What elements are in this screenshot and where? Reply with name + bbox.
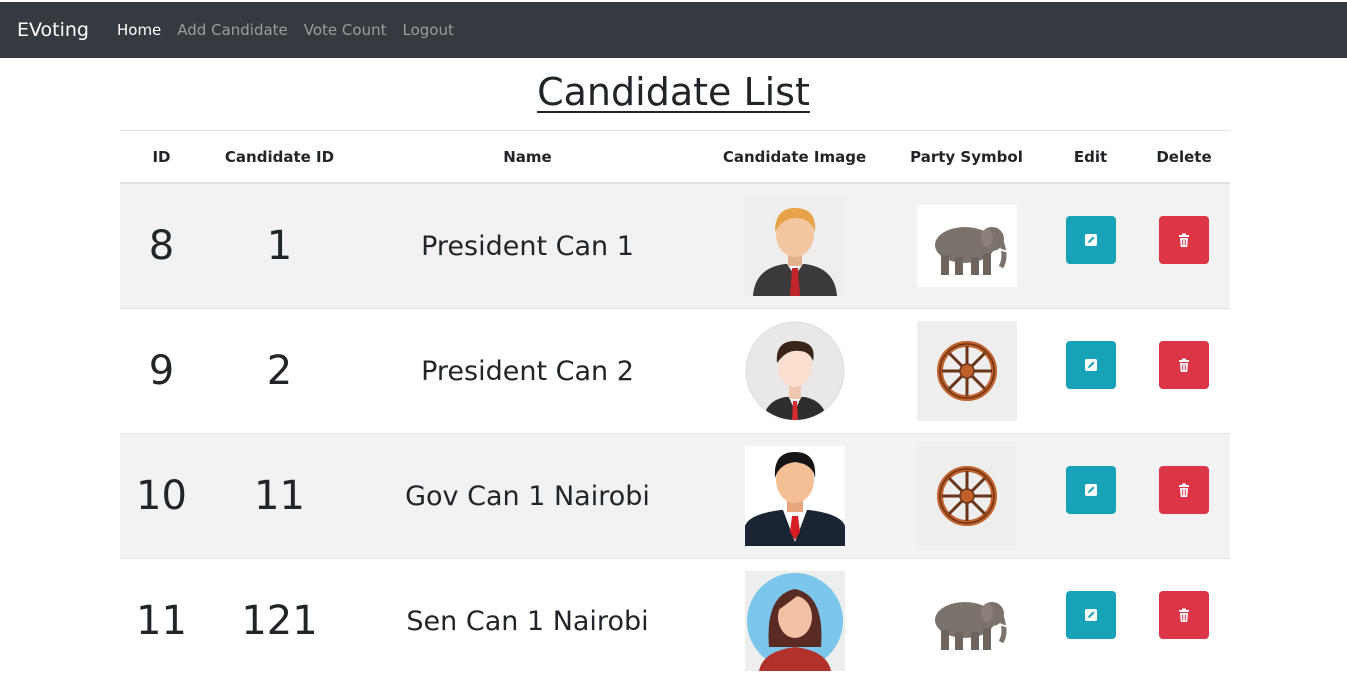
cell-delete: [1138, 309, 1230, 434]
header-party-symbol: Party Symbol: [890, 131, 1043, 184]
cell-delete: [1138, 183, 1230, 309]
elephant-icon: [917, 205, 1017, 287]
header-name: Name: [356, 131, 699, 184]
edit-button[interactable]: [1066, 591, 1116, 639]
cell-edit: [1043, 559, 1138, 683]
page-title: Candidate List: [537, 70, 810, 114]
cell-id: 11: [120, 559, 203, 683]
male-avatar-suit-icon: [745, 446, 845, 546]
trash-icon: [1176, 607, 1192, 623]
pencil-icon: [1083, 482, 1099, 498]
elephant-icon: [917, 580, 1017, 662]
header-delete: Delete: [1138, 131, 1230, 184]
brand[interactable]: EVoting: [17, 19, 89, 41]
pencil-icon: [1083, 357, 1099, 373]
male-avatar-round-icon: [745, 321, 845, 421]
cell-name: Gov Can 1 Nairobi: [356, 434, 699, 559]
cell-candidate-id: 11: [203, 434, 356, 559]
trash-icon: [1176, 232, 1192, 248]
nav-link-vote-count[interactable]: Vote Count: [304, 21, 387, 39]
cell-edit: [1043, 309, 1138, 434]
trash-icon: [1176, 482, 1192, 498]
edit-button[interactable]: [1066, 341, 1116, 389]
table-row: 11 121 Sen Can 1 Nairobi: [120, 559, 1230, 683]
cell-edit: [1043, 183, 1138, 309]
table-row: 8 1 President Can 1: [120, 183, 1230, 309]
delete-button[interactable]: [1159, 216, 1209, 264]
cell-candidate-id: 1: [203, 183, 356, 309]
female-avatar-icon: [745, 571, 845, 671]
table-row: 9 2 President Can 2: [120, 309, 1230, 434]
page-title-wrap: Candidate List: [0, 70, 1347, 114]
header-id: ID: [120, 131, 203, 184]
table-row: 10 11 Gov Can 1 Nairobi: [120, 434, 1230, 559]
wheel-icon: [917, 446, 1017, 546]
cell-candidate-image: [699, 434, 890, 559]
cell-id: 9: [120, 309, 203, 434]
cell-id: 10: [120, 434, 203, 559]
nav-link-home[interactable]: Home: [117, 21, 161, 39]
edit-button[interactable]: [1066, 466, 1116, 514]
cell-name: Sen Can 1 Nairobi: [356, 559, 699, 683]
header-edit: Edit: [1043, 131, 1138, 184]
cell-party-symbol: [890, 559, 1043, 683]
cell-name: President Can 2: [356, 309, 699, 434]
delete-button[interactable]: [1159, 466, 1209, 514]
pencil-icon: [1083, 232, 1099, 248]
delete-button[interactable]: [1159, 341, 1209, 389]
cell-id: 8: [120, 183, 203, 309]
cell-party-symbol: [890, 183, 1043, 309]
cell-candidate-image: [699, 559, 890, 683]
header-candidate-image: Candidate Image: [699, 131, 890, 184]
cell-delete: [1138, 434, 1230, 559]
cell-candidate-id: 121: [203, 559, 356, 683]
cell-edit: [1043, 434, 1138, 559]
nav-link-add-candidate[interactable]: Add Candidate: [177, 21, 288, 39]
trash-icon: [1176, 357, 1192, 373]
cell-party-symbol: [890, 434, 1043, 559]
header-candidate-id: Candidate ID: [203, 131, 356, 184]
cell-name: President Can 1: [356, 183, 699, 309]
cell-party-symbol: [890, 309, 1043, 434]
edit-button[interactable]: [1066, 216, 1116, 264]
cell-candidate-id: 2: [203, 309, 356, 434]
candidate-table: ID Candidate ID Name Candidate Image Par…: [120, 130, 1230, 683]
delete-button[interactable]: [1159, 591, 1209, 639]
nav-link-logout[interactable]: Logout: [402, 21, 453, 39]
wheel-icon: [917, 321, 1017, 421]
cell-candidate-image: [699, 309, 890, 434]
pencil-icon: [1083, 607, 1099, 623]
table-header-row: ID Candidate ID Name Candidate Image Par…: [120, 131, 1230, 184]
navbar: EVoting Home Add Candidate Vote Count Lo…: [0, 2, 1347, 58]
male-avatar-blond-icon: [745, 196, 845, 296]
cell-delete: [1138, 559, 1230, 683]
cell-candidate-image: [699, 183, 890, 309]
